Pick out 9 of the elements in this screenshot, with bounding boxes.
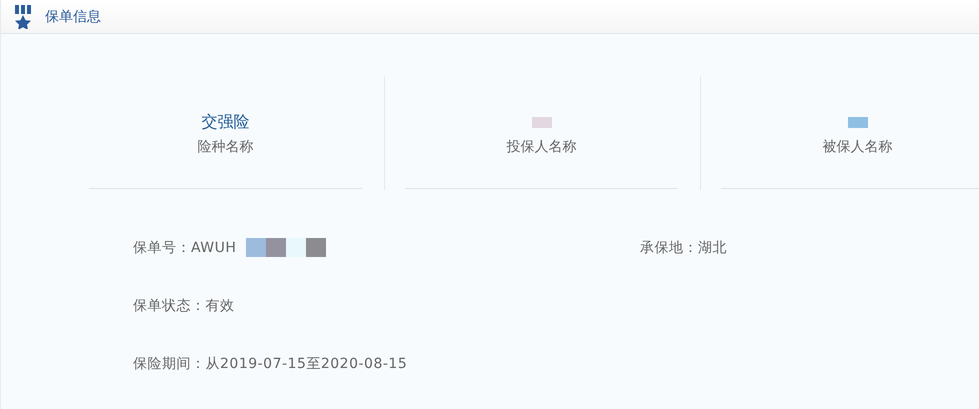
- summary-value: 交强险: [202, 112, 250, 132]
- field-text: 保单状态：有效: [133, 296, 234, 314]
- field-text: 承保地：湖北: [640, 238, 727, 256]
- summary-label: 投保人名称: [506, 138, 576, 156]
- section-title: 保单信息: [45, 8, 101, 26]
- field-text: 保单号：AWUH: [133, 238, 236, 256]
- summary-label: 被保人名称: [822, 138, 892, 156]
- field-text: 保险期间：从2019-07-15至2020-08-15: [133, 354, 408, 372]
- summary-label: 险种名称: [198, 138, 254, 156]
